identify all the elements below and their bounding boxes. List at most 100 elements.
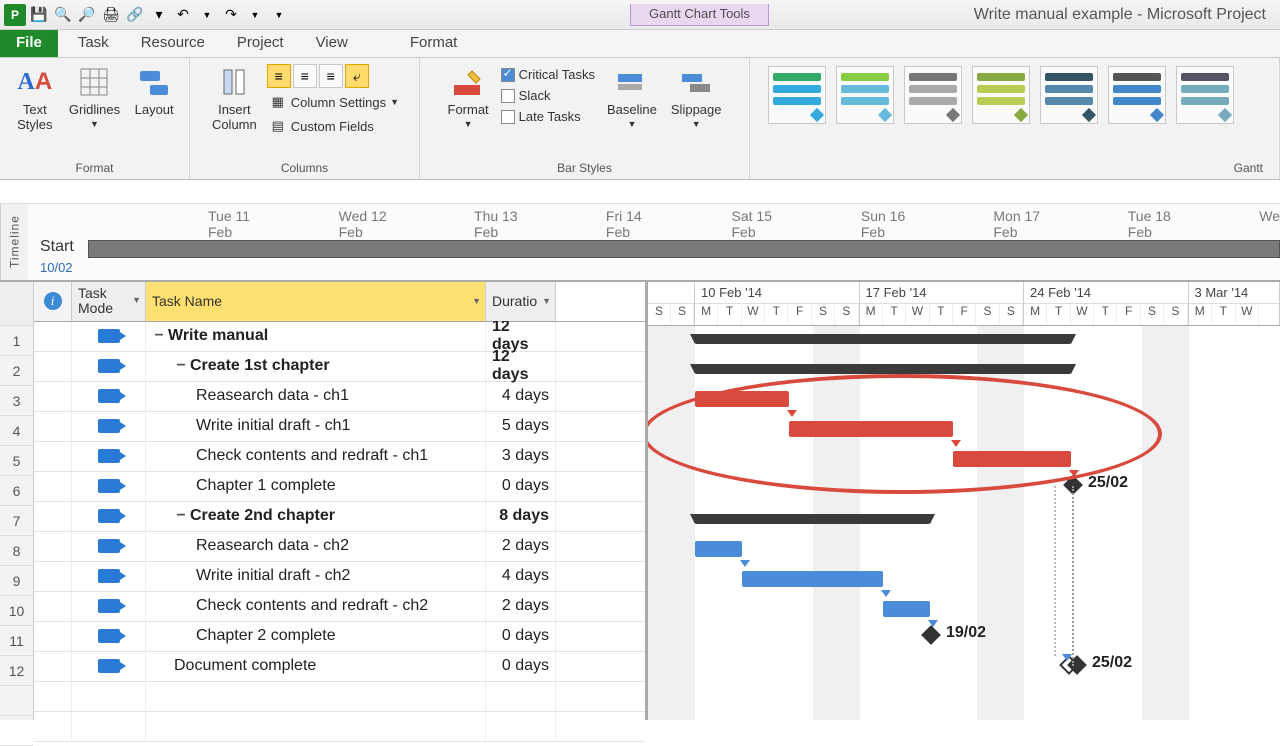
cell-duration[interactable]: 2 days xyxy=(486,592,556,621)
bar-task-3[interactable] xyxy=(695,391,789,407)
collapse-icon[interactable]: − xyxy=(174,357,188,375)
row-number[interactable]: 6 xyxy=(0,476,33,506)
cell-task-name[interactable]: −Create 1st chapter xyxy=(146,352,486,381)
cell-duration[interactable]: 4 days xyxy=(486,562,556,591)
link-icon[interactable]: 🔗 xyxy=(124,4,146,26)
gantt-style-1[interactable] xyxy=(768,66,826,124)
cell-task-mode[interactable] xyxy=(72,322,146,351)
row-number[interactable]: 4 xyxy=(0,416,33,446)
align-center-button[interactable]: ≡ xyxy=(293,64,317,88)
col-duration[interactable]: Duratio▼ xyxy=(486,282,556,321)
late-tasks-checkbox[interactable]: Late Tasks xyxy=(499,108,597,125)
cell-duration[interactable]: 2 days xyxy=(486,532,556,561)
cell-task-name[interactable]: Document complete xyxy=(146,652,486,681)
format-bar-button[interactable]: Format▼ xyxy=(444,62,493,131)
app-icon[interactable]: P xyxy=(4,4,26,26)
row-number[interactable]: 3 xyxy=(0,386,33,416)
cell-task-mode[interactable] xyxy=(72,352,146,381)
redo-icon[interactable]: ↷ xyxy=(220,4,242,26)
gantt-style-5[interactable] xyxy=(1040,66,1098,124)
cell-duration[interactable]: 4 days xyxy=(486,382,556,411)
tab-resource[interactable]: Resource xyxy=(125,30,221,57)
chart-body[interactable]: 25/02 19/02 25/02 xyxy=(648,326,1280,720)
undo-icon[interactable]: ↶ xyxy=(172,4,194,26)
zoom-out-icon[interactable]: 🔎 xyxy=(76,4,98,26)
table-row[interactable]: Write initial draft - ch2 4 days xyxy=(34,562,645,592)
cell-task-mode[interactable] xyxy=(72,442,146,471)
cell-task-mode[interactable] xyxy=(72,622,146,651)
text-styles-button[interactable]: AA Text Styles xyxy=(11,62,59,134)
milestone-task-11[interactable] xyxy=(921,625,941,645)
tab-view[interactable]: View xyxy=(300,30,364,57)
align-right-button[interactable]: ≡ xyxy=(319,64,343,88)
table-row[interactable]: Write initial draft - ch1 5 days xyxy=(34,412,645,442)
cell-task-mode[interactable] xyxy=(72,472,146,501)
cell-duration[interactable]: 0 days xyxy=(486,652,556,681)
bar-task-2[interactable] xyxy=(695,364,1071,374)
filter-icon[interactable]: ▾ xyxy=(148,4,170,26)
timeline-tab-label[interactable]: Timeline xyxy=(0,204,28,280)
row-number[interactable]: 8 xyxy=(0,536,33,566)
cell-task-mode[interactable] xyxy=(72,592,146,621)
cell-task-mode[interactable] xyxy=(72,532,146,561)
table-row[interactable]: −Create 1st chapter 12 days xyxy=(34,352,645,382)
cell-task-name[interactable]: −Write manual xyxy=(146,322,486,351)
cell-task-name[interactable]: Check contents and redraft - ch1 xyxy=(146,442,486,471)
table-row[interactable]: −Write manual 12 days xyxy=(34,322,645,352)
table-row[interactable]: Document complete 0 days xyxy=(34,652,645,682)
zoom-in-icon[interactable]: 🔍 xyxy=(52,4,74,26)
tab-task[interactable]: Task xyxy=(62,30,125,57)
row-number[interactable]: 5 xyxy=(0,446,33,476)
save-icon[interactable]: 💾 xyxy=(28,4,50,26)
cell-task-mode[interactable] xyxy=(72,502,146,531)
table-row[interactable]: Chapter 2 complete 0 days xyxy=(34,622,645,652)
row-number[interactable] xyxy=(0,716,33,746)
critical-tasks-checkbox[interactable]: ✓Critical Tasks xyxy=(499,66,597,83)
column-settings-button[interactable]: ▦Column Settings ▼ xyxy=(267,92,401,112)
row-number[interactable]: 1 xyxy=(0,326,33,356)
slippage-button[interactable]: Slippage▼ xyxy=(667,62,726,131)
gantt-style-3[interactable] xyxy=(904,66,962,124)
baseline-button[interactable]: Baseline▼ xyxy=(603,62,661,131)
cell-task-name[interactable]: Write initial draft - ch1 xyxy=(146,412,486,441)
cell-task-name[interactable]: −Create 2nd chapter xyxy=(146,502,486,531)
table-row[interactable]: Check contents and redraft - ch1 3 days xyxy=(34,442,645,472)
collapse-icon[interactable]: − xyxy=(174,507,188,525)
collapse-icon[interactable]: − xyxy=(152,327,166,345)
gantt-chart[interactable]: SS 10 Feb '14 MTWTFSS 17 Feb '14 MTWTFSS… xyxy=(648,282,1280,720)
gantt-style-7[interactable] xyxy=(1176,66,1234,124)
cell-duration[interactable]: 0 days xyxy=(486,472,556,501)
col-task-name[interactable]: Task Name▼ xyxy=(146,282,486,321)
table-row[interactable] xyxy=(34,712,645,742)
row-number[interactable]: 12 xyxy=(0,656,33,686)
print-icon[interactable]: 🖨 xyxy=(100,4,122,26)
undo-dd-icon[interactable]: ▼ xyxy=(196,4,218,26)
bar-task-4[interactable] xyxy=(789,421,953,437)
row-number[interactable] xyxy=(0,686,33,716)
row-number[interactable]: 10 xyxy=(0,596,33,626)
cell-task-name[interactable]: Check contents and redraft - ch2 xyxy=(146,592,486,621)
bar-task-5[interactable] xyxy=(953,451,1071,467)
row-number[interactable]: 2 xyxy=(0,356,33,386)
bar-task-10[interactable] xyxy=(883,601,930,617)
gantt-style-gallery[interactable] xyxy=(758,62,1244,124)
table-row[interactable]: Chapter 1 complete 0 days xyxy=(34,472,645,502)
tab-file[interactable]: File xyxy=(0,30,58,57)
cell-task-name[interactable]: Chapter 1 complete xyxy=(146,472,486,501)
cell-task-name[interactable]: Reasearch data - ch1 xyxy=(146,382,486,411)
cell-duration[interactable]: 0 days xyxy=(486,622,556,651)
table-row[interactable] xyxy=(34,682,645,712)
cell-task-mode[interactable] xyxy=(72,562,146,591)
col-indicators[interactable]: i xyxy=(34,282,72,321)
cell-duration[interactable]: 3 days xyxy=(486,442,556,471)
redo-dd-icon[interactable]: ▼ xyxy=(244,4,266,26)
cell-task-name[interactable]: Chapter 2 complete xyxy=(146,622,486,651)
gantt-style-2[interactable] xyxy=(836,66,894,124)
cell-duration[interactable]: 12 days xyxy=(486,322,556,351)
timeline-body[interactable]: Tue 11 FebWed 12 FebThu 13 FebFri 14 Feb… xyxy=(28,204,1280,280)
bar-task-9[interactable] xyxy=(742,571,883,587)
row-number[interactable]: 11 xyxy=(0,626,33,656)
cell-task-mode[interactable] xyxy=(72,652,146,681)
gantt-style-4[interactable] xyxy=(972,66,1030,124)
layout-button[interactable]: Layout xyxy=(130,62,178,119)
